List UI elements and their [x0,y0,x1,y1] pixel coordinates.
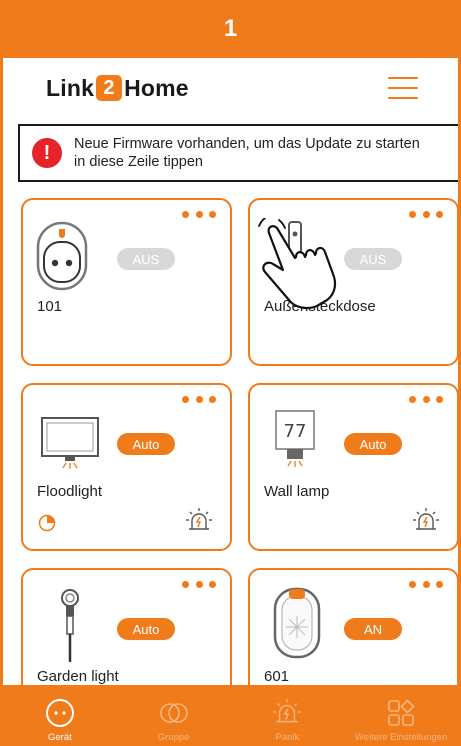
settings-icon [388,699,415,726]
device-card-101[interactable]: AUS 101 [21,198,232,366]
panic-icon [273,699,302,723]
menu-icon[interactable] [388,77,418,99]
group-icon [159,703,188,723]
status-pill[interactable]: AUS [344,248,402,270]
tap-hand-icon [258,218,337,310]
tab-panic[interactable]: Panik [231,685,345,746]
status-pill[interactable]: Auto [117,433,175,455]
siren-icon[interactable] [184,505,214,535]
step-number: 1 [223,15,238,42]
timer-icon[interactable] [38,514,56,532]
tab-label: Gruppe [157,732,190,743]
firmware-update-banner[interactable]: ! Neue Firmware vorhanden, um das Update… [18,124,458,182]
app-bar: Link 2 Home [3,58,458,118]
svg-text:77: 77 [284,421,307,442]
status-pill[interactable]: AN [344,618,402,640]
tab-label: Weitere Einstellungen [355,732,448,743]
light-sensor-icon [273,587,321,659]
app-logo: Link 2 Home [46,74,189,101]
status-pill[interactable]: Auto [344,433,402,455]
device-name: 101 [37,298,63,315]
tab-label: Gerät [47,732,72,743]
tab-group[interactable]: Gruppe [117,685,231,746]
bottom-tab-bar: Gerät Gruppe Panik Weitere Einstellungen [3,685,458,746]
device-card-wall-lamp[interactable]: 77 Auto Wall lamp [248,383,458,551]
firmware-update-message: Neue Firmware vorhanden, um das Update z… [74,136,420,170]
tab-more-settings[interactable]: Weitere Einstellungen [344,685,458,746]
more-options-icon[interactable] [182,581,216,591]
socket-icon [36,221,88,291]
app-screen: Link 2 Home ! Neue Firmware vorhanden, um … [0,58,461,746]
device-icon [45,699,74,727]
more-options-icon[interactable] [409,396,443,406]
tab-label: Panik [275,732,300,743]
tab-device[interactable]: Gerät [3,685,117,746]
device-name: Garden light [37,668,119,685]
device-name: 601 [264,668,290,685]
device-name: Floodlight [37,483,103,500]
wall-lamp-icon: 77 [275,410,315,467]
more-options-icon[interactable] [182,396,216,406]
garden-light-icon [61,589,79,662]
status-pill[interactable]: AUS [117,248,175,270]
status-pill[interactable]: Auto [117,618,175,640]
step-header: 1 [0,0,461,58]
more-options-icon[interactable] [409,211,443,221]
device-card-floodlight[interactable]: Auto Floodlight [21,383,232,551]
siren-icon[interactable] [411,505,441,535]
floodlight-icon [41,417,99,469]
more-options-icon[interactable] [182,211,216,221]
more-options-icon[interactable] [409,581,443,591]
device-name: Wall lamp [264,483,330,500]
warning-icon: ! [32,138,62,168]
